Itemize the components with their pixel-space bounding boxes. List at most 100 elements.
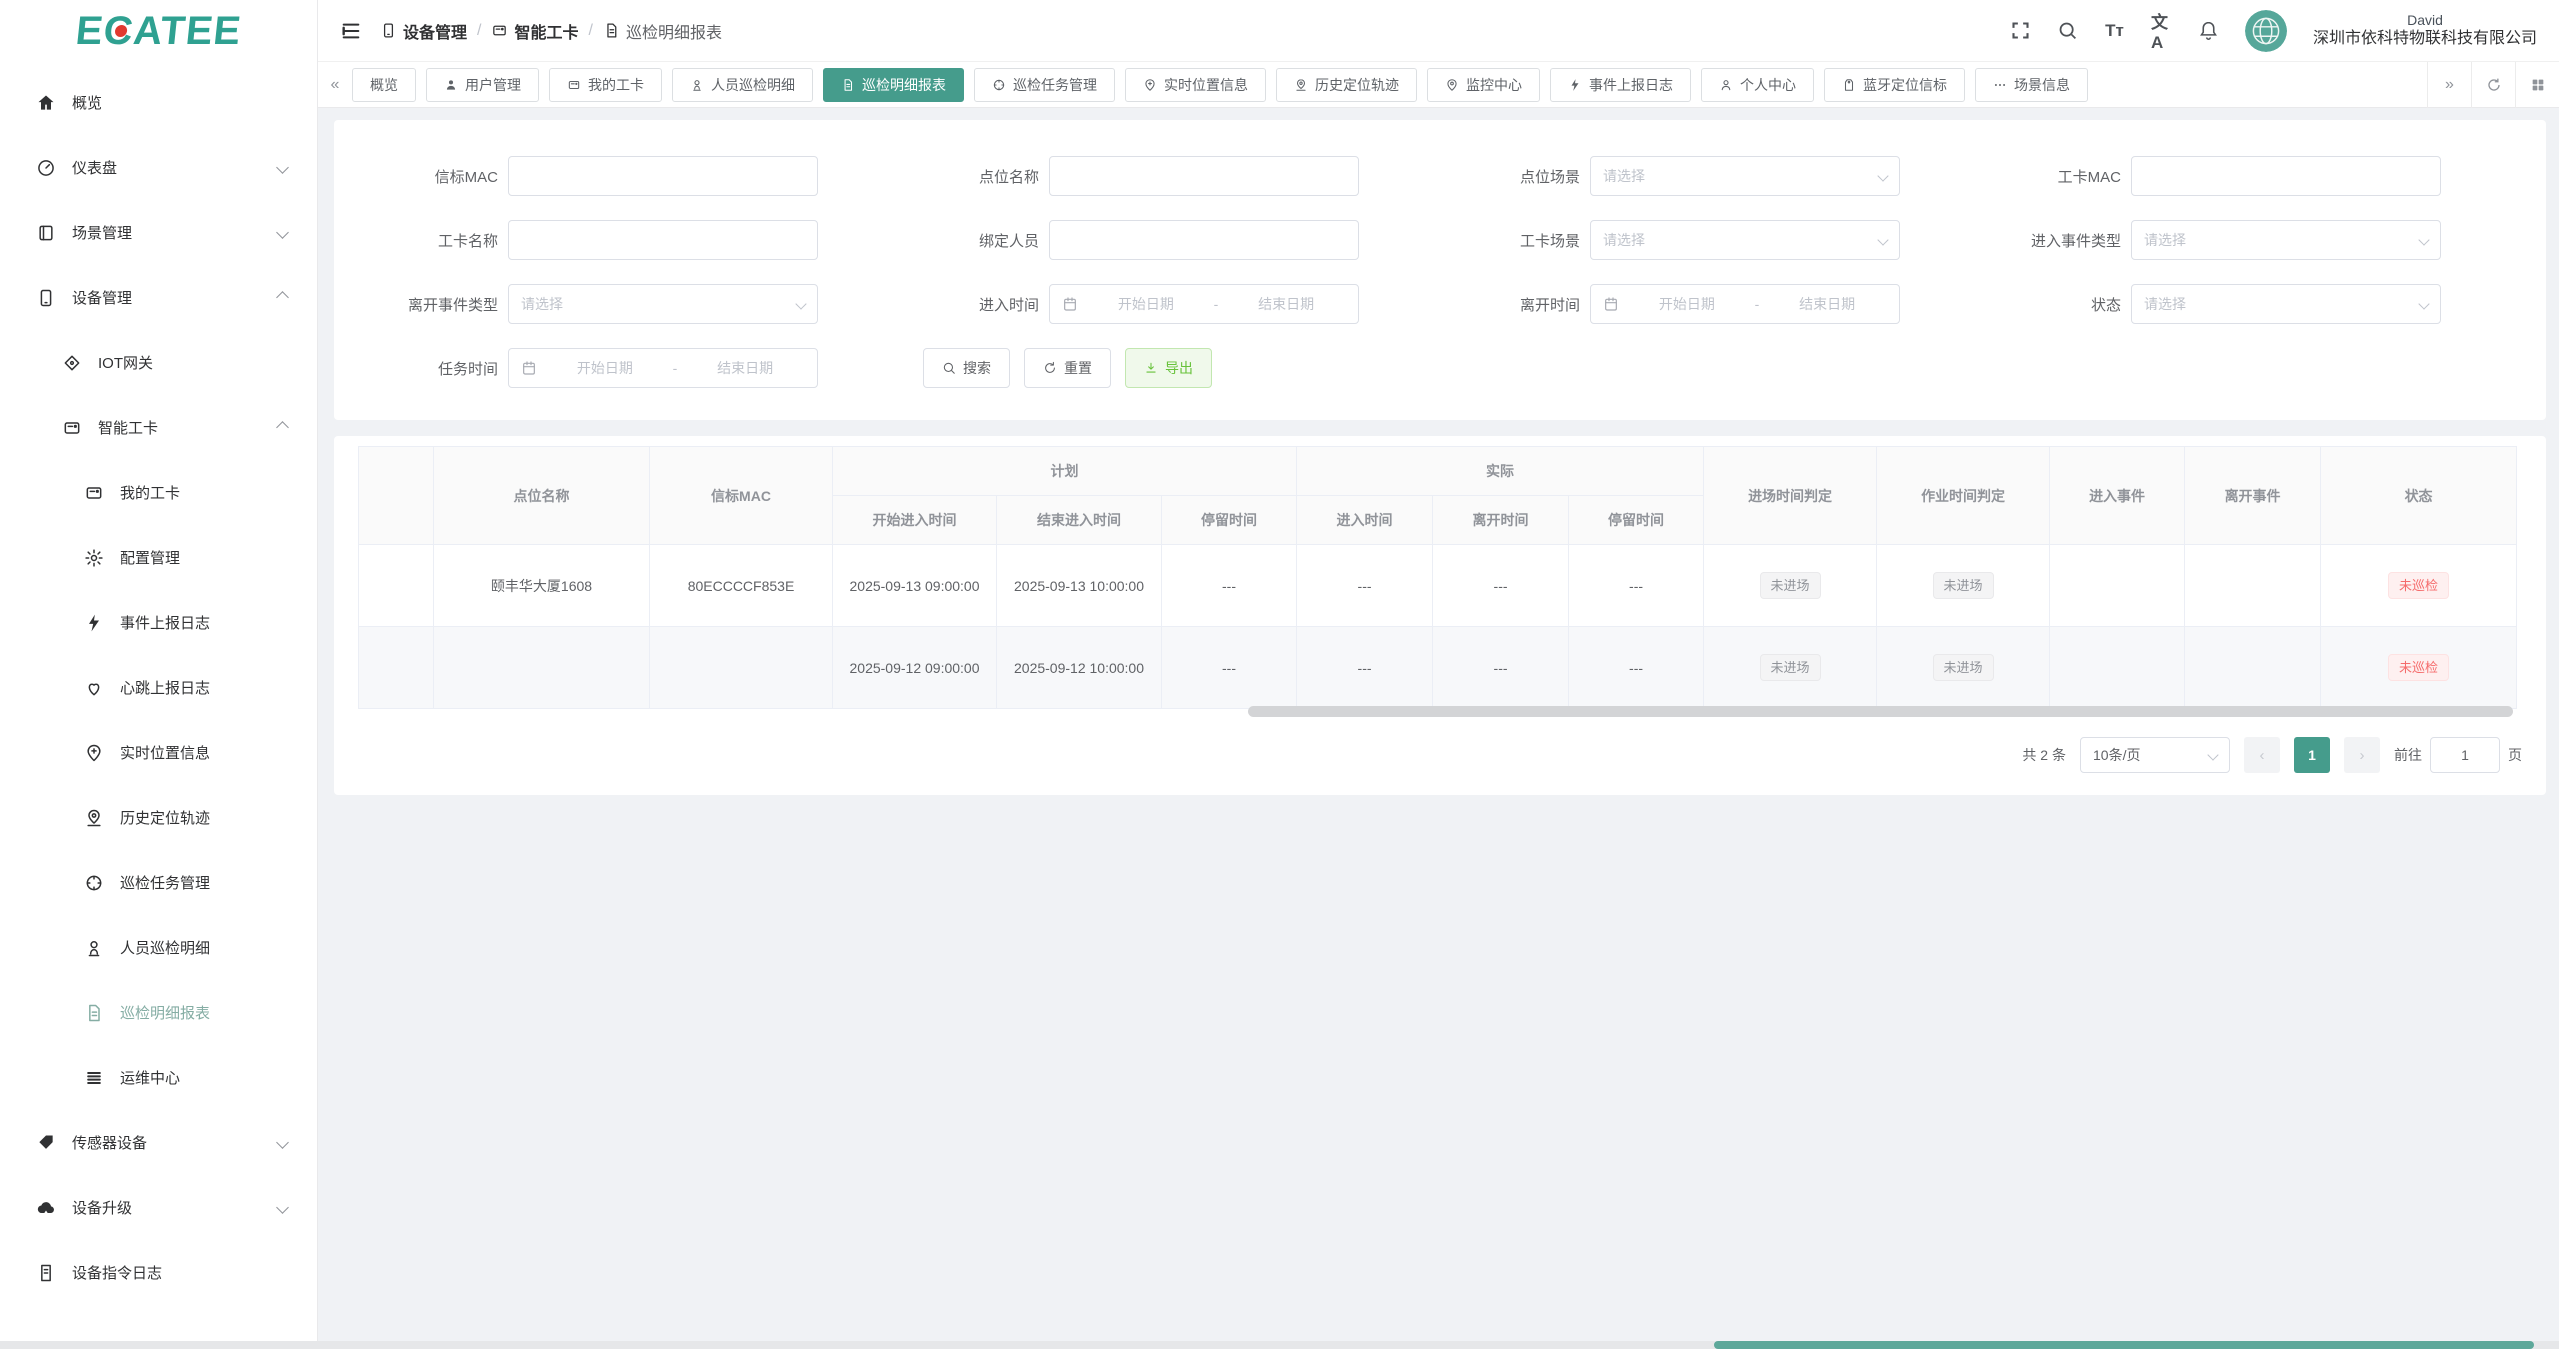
card-icon xyxy=(567,78,581,92)
page-horizontal-scrollbar[interactable] xyxy=(0,1341,2559,1349)
sidebar-item[interactable]: 巡检明细报表 xyxy=(0,980,317,1045)
sidebar-item[interactable]: 传感器设备 xyxy=(0,1110,317,1175)
sidebar-item[interactable]: 仪表盘 xyxy=(0,135,317,200)
text-input[interactable] xyxy=(1049,220,1359,260)
sidebar-item[interactable]: 巡检任务管理 xyxy=(0,850,317,915)
brand-logo[interactable]: ECATEE xyxy=(0,0,317,62)
select-input[interactable]: 请选择 xyxy=(2131,220,2441,260)
bell-icon[interactable] xyxy=(2198,20,2219,41)
page-size-select[interactable]: 10条/页 xyxy=(2080,737,2230,773)
sidebar-item[interactable]: 设备指令日志 xyxy=(0,1240,317,1305)
table-horizontal-scrollbar[interactable] xyxy=(1248,706,2513,717)
date-range-input[interactable]: 开始日期-结束日期 xyxy=(1590,284,1900,324)
sidebar-item[interactable]: 心跳上报日志 xyxy=(0,655,317,720)
date-start-placeholder: 开始日期 xyxy=(545,358,665,378)
current-page-button[interactable]: 1 xyxy=(2294,737,2330,773)
breadcrumb-item[interactable]: 巡检明细报表 xyxy=(603,19,722,43)
sidebar-item[interactable]: 场景管理 xyxy=(0,200,317,265)
text-input[interactable] xyxy=(2131,156,2441,196)
tab[interactable]: 场景信息 xyxy=(1975,68,2088,102)
date-end-placeholder: 结束日期 xyxy=(1226,294,1346,314)
brand-logo-text: ECATEE xyxy=(73,9,243,54)
status-badge: 未巡检 xyxy=(2388,654,2449,681)
tabs-scroll-left-icon[interactable]: « xyxy=(318,62,352,108)
prev-page-button[interactable]: ‹ xyxy=(2244,737,2280,773)
sidebar-item[interactable]: 运维中心 xyxy=(0,1045,317,1110)
sidebar-item[interactable]: 我的工卡 xyxy=(0,460,317,525)
select-input[interactable]: 请选择 xyxy=(508,284,818,324)
table-cell xyxy=(2050,545,2185,627)
tab[interactable]: 用户管理 xyxy=(426,68,539,102)
sidebar-item[interactable]: IOT网关 xyxy=(0,330,317,395)
tab[interactable]: 巡检明细报表 xyxy=(823,68,964,102)
sidebar-item[interactable]: 概览 xyxy=(0,70,317,135)
avatar[interactable] xyxy=(2245,10,2287,52)
text-input[interactable] xyxy=(508,156,818,196)
reset-button[interactable]: 重置 xyxy=(1024,348,1111,388)
tab-label: 巡检任务管理 xyxy=(1013,75,1097,95)
sidebar-item[interactable]: 事件上报日志 xyxy=(0,590,317,655)
table-cell: --- xyxy=(1569,545,1704,627)
tab[interactable]: 人员巡检明细 xyxy=(672,68,813,102)
search-icon[interactable] xyxy=(2057,20,2078,41)
sidebar-item[interactable]: 实时位置信息 xyxy=(0,720,317,785)
date-range-input[interactable]: 开始日期-结束日期 xyxy=(1049,284,1359,324)
text-input[interactable] xyxy=(1049,156,1359,196)
tab[interactable]: 监控中心 xyxy=(1427,68,1540,102)
breadcrumb-separator: / xyxy=(588,22,592,40)
table-cell: 未进场 xyxy=(1704,627,1877,709)
goto-page-input[interactable] xyxy=(2430,737,2500,773)
sidebar-item[interactable]: 智能工卡 xyxy=(0,395,317,460)
breadcrumb-item[interactable]: 设备管理 xyxy=(380,19,467,43)
field-label: 状态 xyxy=(1981,294,2121,315)
export-button[interactable]: 导出 xyxy=(1125,348,1212,388)
breadcrumb-label: 智能工卡 xyxy=(514,19,578,43)
sidebar-item[interactable]: 配置管理 xyxy=(0,525,317,590)
tab[interactable]: 事件上报日志 xyxy=(1550,68,1691,102)
main-content: 信标MAC点位名称点位场景请选择工卡MAC工卡名称绑定人员工卡场景请选择进入事件… xyxy=(318,108,2559,1349)
sidebar-item[interactable]: 设备升级 xyxy=(0,1175,317,1240)
layout-grid-icon[interactable] xyxy=(2515,62,2559,108)
filter-field: 工卡MAC xyxy=(1981,156,2522,196)
table-row[interactable]: 颐丰华大厦160880ECCCCF853E2025-09-13 09:00:00… xyxy=(359,545,2517,627)
collapse-sidebar-icon[interactable] xyxy=(340,20,362,42)
field-label: 工卡名称 xyxy=(358,230,498,251)
sidebar-item[interactable]: 设备管理 xyxy=(0,265,317,330)
page-scrollbar-thumb[interactable] xyxy=(1714,1341,2534,1349)
font-size-icon[interactable]: Tт xyxy=(2104,20,2125,41)
field-label: 任务时间 xyxy=(358,358,498,379)
tab[interactable]: 蓝牙定位信标 xyxy=(1824,68,1965,102)
col-status: 状态 xyxy=(2321,447,2517,545)
field-label: 点位场景 xyxy=(1440,166,1580,187)
select-input[interactable]: 请选择 xyxy=(1590,220,1900,260)
table-row[interactable]: 2025-09-12 09:00:002025-09-12 10:00:00--… xyxy=(359,627,2517,709)
table-cell xyxy=(359,545,434,627)
breadcrumb: 设备管理/智能工卡/巡检明细报表 xyxy=(380,19,722,43)
tab[interactable]: 实时位置信息 xyxy=(1125,68,1266,102)
sidebar-item-label: 配置管理 xyxy=(120,547,180,568)
next-page-button[interactable]: › xyxy=(2344,737,2380,773)
task-icon xyxy=(992,78,1006,92)
tab[interactable]: 个人中心 xyxy=(1701,68,1814,102)
breadcrumb-item[interactable]: 智能工卡 xyxy=(491,19,578,43)
fullscreen-icon[interactable] xyxy=(2010,20,2031,41)
user-info[interactable]: David 深圳市依科特物联科技有限公司 xyxy=(2313,11,2537,50)
tab[interactable]: 我的工卡 xyxy=(549,68,662,102)
sidebar-item[interactable]: 历史定位轨迹 xyxy=(0,785,317,850)
tab[interactable]: 巡检任务管理 xyxy=(974,68,1115,102)
tab[interactable]: 概览 xyxy=(352,68,416,102)
translate-icon[interactable]: 文A xyxy=(2151,20,2172,41)
search-button[interactable]: 搜索 xyxy=(923,348,1010,388)
date-range-input[interactable]: 开始日期-结束日期 xyxy=(508,348,818,388)
sidebar-item[interactable]: 人员巡检明细 xyxy=(0,915,317,980)
tab[interactable]: 历史定位轨迹 xyxy=(1276,68,1417,102)
tabs-scroll-right-icon[interactable]: » xyxy=(2427,62,2471,108)
select-input[interactable]: 请选择 xyxy=(2131,284,2441,324)
date-separator: - xyxy=(673,360,678,376)
tab-label: 事件上报日志 xyxy=(1589,75,1673,95)
text-input[interactable] xyxy=(508,220,818,260)
tab-label: 个人中心 xyxy=(1740,75,1796,95)
select-input[interactable]: 请选择 xyxy=(1590,156,1900,196)
history-track-icon xyxy=(1294,78,1308,92)
refresh-icon[interactable] xyxy=(2471,62,2515,108)
